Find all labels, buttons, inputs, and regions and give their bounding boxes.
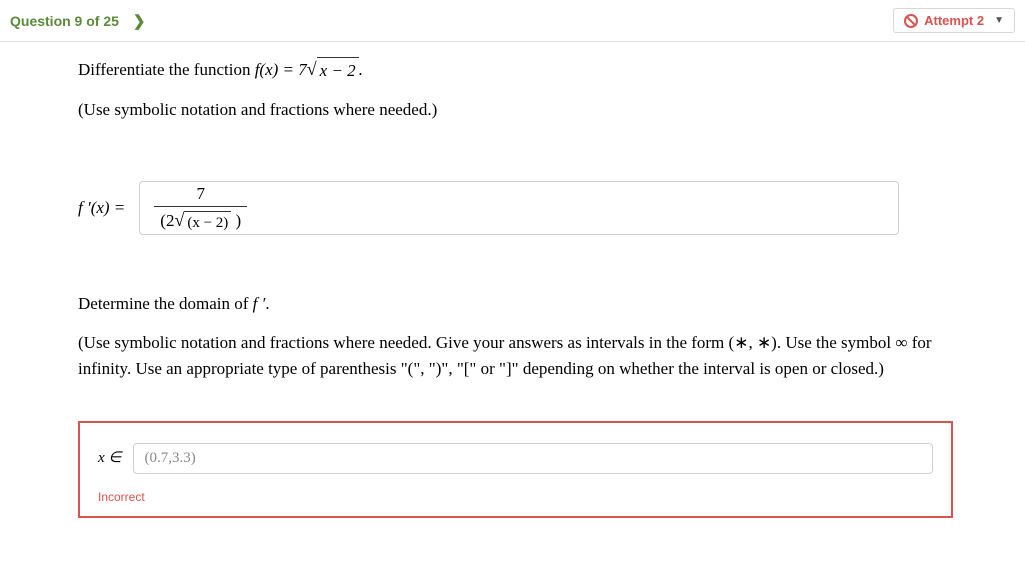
attempt-label: Attempt 2: [924, 13, 984, 28]
denominator: (2√(x − 2) ): [154, 206, 247, 234]
den-suffix: ): [231, 211, 241, 230]
func-lhs: f(x) = 7: [255, 60, 307, 79]
domain-input[interactable]: [133, 443, 933, 474]
period: .: [359, 60, 363, 79]
domain-prompt: Determine the domain of f ′.: [78, 291, 953, 317]
prohibit-icon: [904, 14, 918, 28]
den-prefix: (2: [160, 211, 174, 230]
answer-row-1: f ′(x) = 7 (2√(x − 2) ): [78, 181, 953, 235]
den-radicand: (x − 2): [184, 211, 231, 235]
question-header: Question 9 of 25 ❯ Attempt 2 ▼: [0, 0, 1025, 42]
sqrt-expr: √x − 2: [307, 56, 359, 83]
next-question-chevron[interactable]: ❯: [133, 12, 146, 30]
question-nav: Question 9 of 25 ❯: [10, 12, 146, 30]
instruction-note-2: (Use symbolic notation and fractions whe…: [78, 330, 953, 381]
status-badge: Incorrect: [98, 488, 933, 506]
question-content: Differentiate the function f(x) = 7√x − …: [0, 42, 1025, 518]
derivative-input[interactable]: 7 (2√(x − 2) ): [139, 181, 899, 235]
function-expr: f(x) = 7√x − 2.: [255, 60, 363, 79]
den-sqrt: √(x − 2): [174, 207, 231, 234]
fraction: 7 (2√(x − 2) ): [154, 181, 247, 235]
problem-statement: Differentiate the function f(x) = 7√x − …: [78, 56, 953, 83]
radical-icon: √: [307, 56, 317, 83]
intro-text: Differentiate the function: [78, 60, 255, 79]
domain-label: x ∈: [98, 447, 121, 470]
part-2: Determine the domain of f ′. (Use symbol…: [78, 291, 953, 519]
domain-row: x ∈: [98, 443, 933, 474]
prompt-suffix: .: [265, 294, 269, 313]
incorrect-answer-box: x ∈ Incorrect: [78, 421, 953, 518]
instruction-note-1: (Use symbolic notation and fractions whe…: [78, 97, 953, 123]
prompt-prefix: Determine the domain of: [78, 294, 253, 313]
radical-icon: √: [174, 207, 184, 234]
prompt-symbol: f ′: [253, 294, 266, 313]
numerator: 7: [191, 181, 212, 207]
attempt-dropdown[interactable]: Attempt 2 ▼: [893, 8, 1015, 33]
derivative-label: f ′(x) =: [78, 195, 125, 221]
question-label: Question 9 of 25: [10, 13, 119, 29]
chevron-down-icon: ▼: [994, 15, 1004, 26]
radicand: x − 2: [317, 57, 359, 84]
